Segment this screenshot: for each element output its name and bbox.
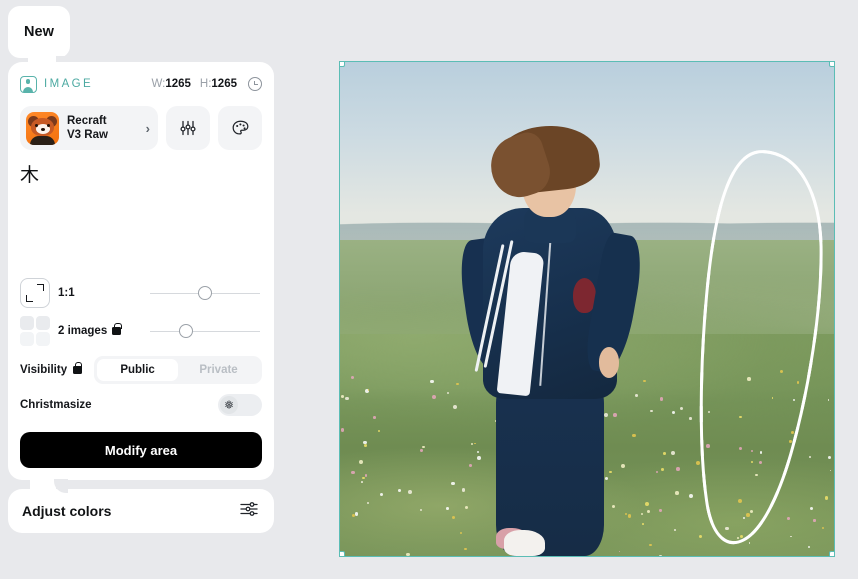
aspect-ratio-row: 1:1 [20, 274, 262, 312]
card-notch [30, 479, 56, 491]
aspect-ratio-label: 1:1 [58, 287, 142, 299]
slider-thumb[interactable] [179, 324, 193, 338]
panel-type-label: IMAGE [44, 78, 93, 90]
slider-track [150, 331, 260, 332]
image-count-label: 2 images [58, 325, 142, 337]
visibility-option-private[interactable]: Private [178, 359, 259, 381]
resize-handle-top-left[interactable] [339, 61, 345, 67]
lock-icon [73, 366, 82, 374]
model-name: Recraft V3 Raw [67, 114, 138, 142]
image-count-slider[interactable] [150, 322, 260, 340]
resize-handle-bottom-right[interactable] [829, 551, 835, 557]
grid-2x2-icon[interactable] [20, 316, 50, 346]
resize-handle-top-right[interactable] [829, 61, 835, 67]
visibility-segmented-control: Public Private [94, 356, 262, 384]
visibility-option-public[interactable]: Public [97, 359, 178, 381]
card-notch-corner [54, 479, 68, 493]
aspect-ratio-icon[interactable] [20, 278, 50, 308]
adjust-sliders-icon [238, 499, 260, 524]
visibility-label: Visibility [20, 364, 82, 376]
visibility-row: Visibility Public Private [20, 352, 262, 388]
generated-image [340, 62, 834, 556]
selection-frame [339, 61, 835, 557]
image-icon [20, 76, 37, 93]
clock-icon[interactable] [248, 77, 262, 91]
panel-header: IMAGE W:1265 H:1265 [20, 72, 262, 96]
height-readout: H:1265 [200, 78, 237, 90]
model-row: Recraft V3 Raw › [20, 106, 262, 150]
image-dimensions: W:1265 H:1265 [151, 77, 262, 91]
sliders-icon [178, 118, 198, 138]
palette-icon [230, 118, 251, 138]
red-panda-avatar-icon [26, 112, 59, 145]
prompt-input[interactable]: 木 [20, 164, 262, 274]
app-root: New IMAGE W:1265 H:1265 Recraft V3 Raw ›… [0, 0, 858, 579]
modify-area-button[interactable]: Modify area [20, 432, 262, 468]
generation-panel: IMAGE W:1265 H:1265 Recraft V3 Raw › 木 1… [8, 62, 274, 480]
adjust-colors-card[interactable]: Adjust colors [8, 489, 274, 533]
image-count-row: 2 images [20, 312, 262, 350]
resize-handle-bottom-left[interactable] [339, 551, 345, 557]
new-tab[interactable]: New [8, 6, 70, 58]
christmasize-label: Christmasize [20, 399, 92, 411]
left-panel-column: New IMAGE W:1265 H:1265 Recraft V3 Raw ›… [8, 6, 274, 533]
model-settings-button[interactable] [166, 106, 210, 150]
color-palette-button[interactable] [218, 106, 262, 150]
runner-subject [419, 121, 676, 556]
adjust-colors-label: Adjust colors [22, 503, 111, 519]
chevron-right-icon: › [146, 121, 150, 136]
snowflake-icon: ❅ [220, 396, 238, 414]
slider-thumb[interactable] [198, 286, 212, 300]
aspect-ratio-slider[interactable] [150, 284, 260, 302]
image-canvas[interactable] [339, 61, 835, 557]
christmasize-toggle[interactable]: ❅ [218, 394, 262, 416]
christmasize-row: Christmasize ❅ [20, 388, 262, 422]
width-readout: W:1265 [151, 78, 190, 90]
model-selector[interactable]: Recraft V3 Raw › [20, 106, 158, 150]
new-tab-label: New [24, 24, 54, 40]
lock-icon [112, 327, 121, 335]
